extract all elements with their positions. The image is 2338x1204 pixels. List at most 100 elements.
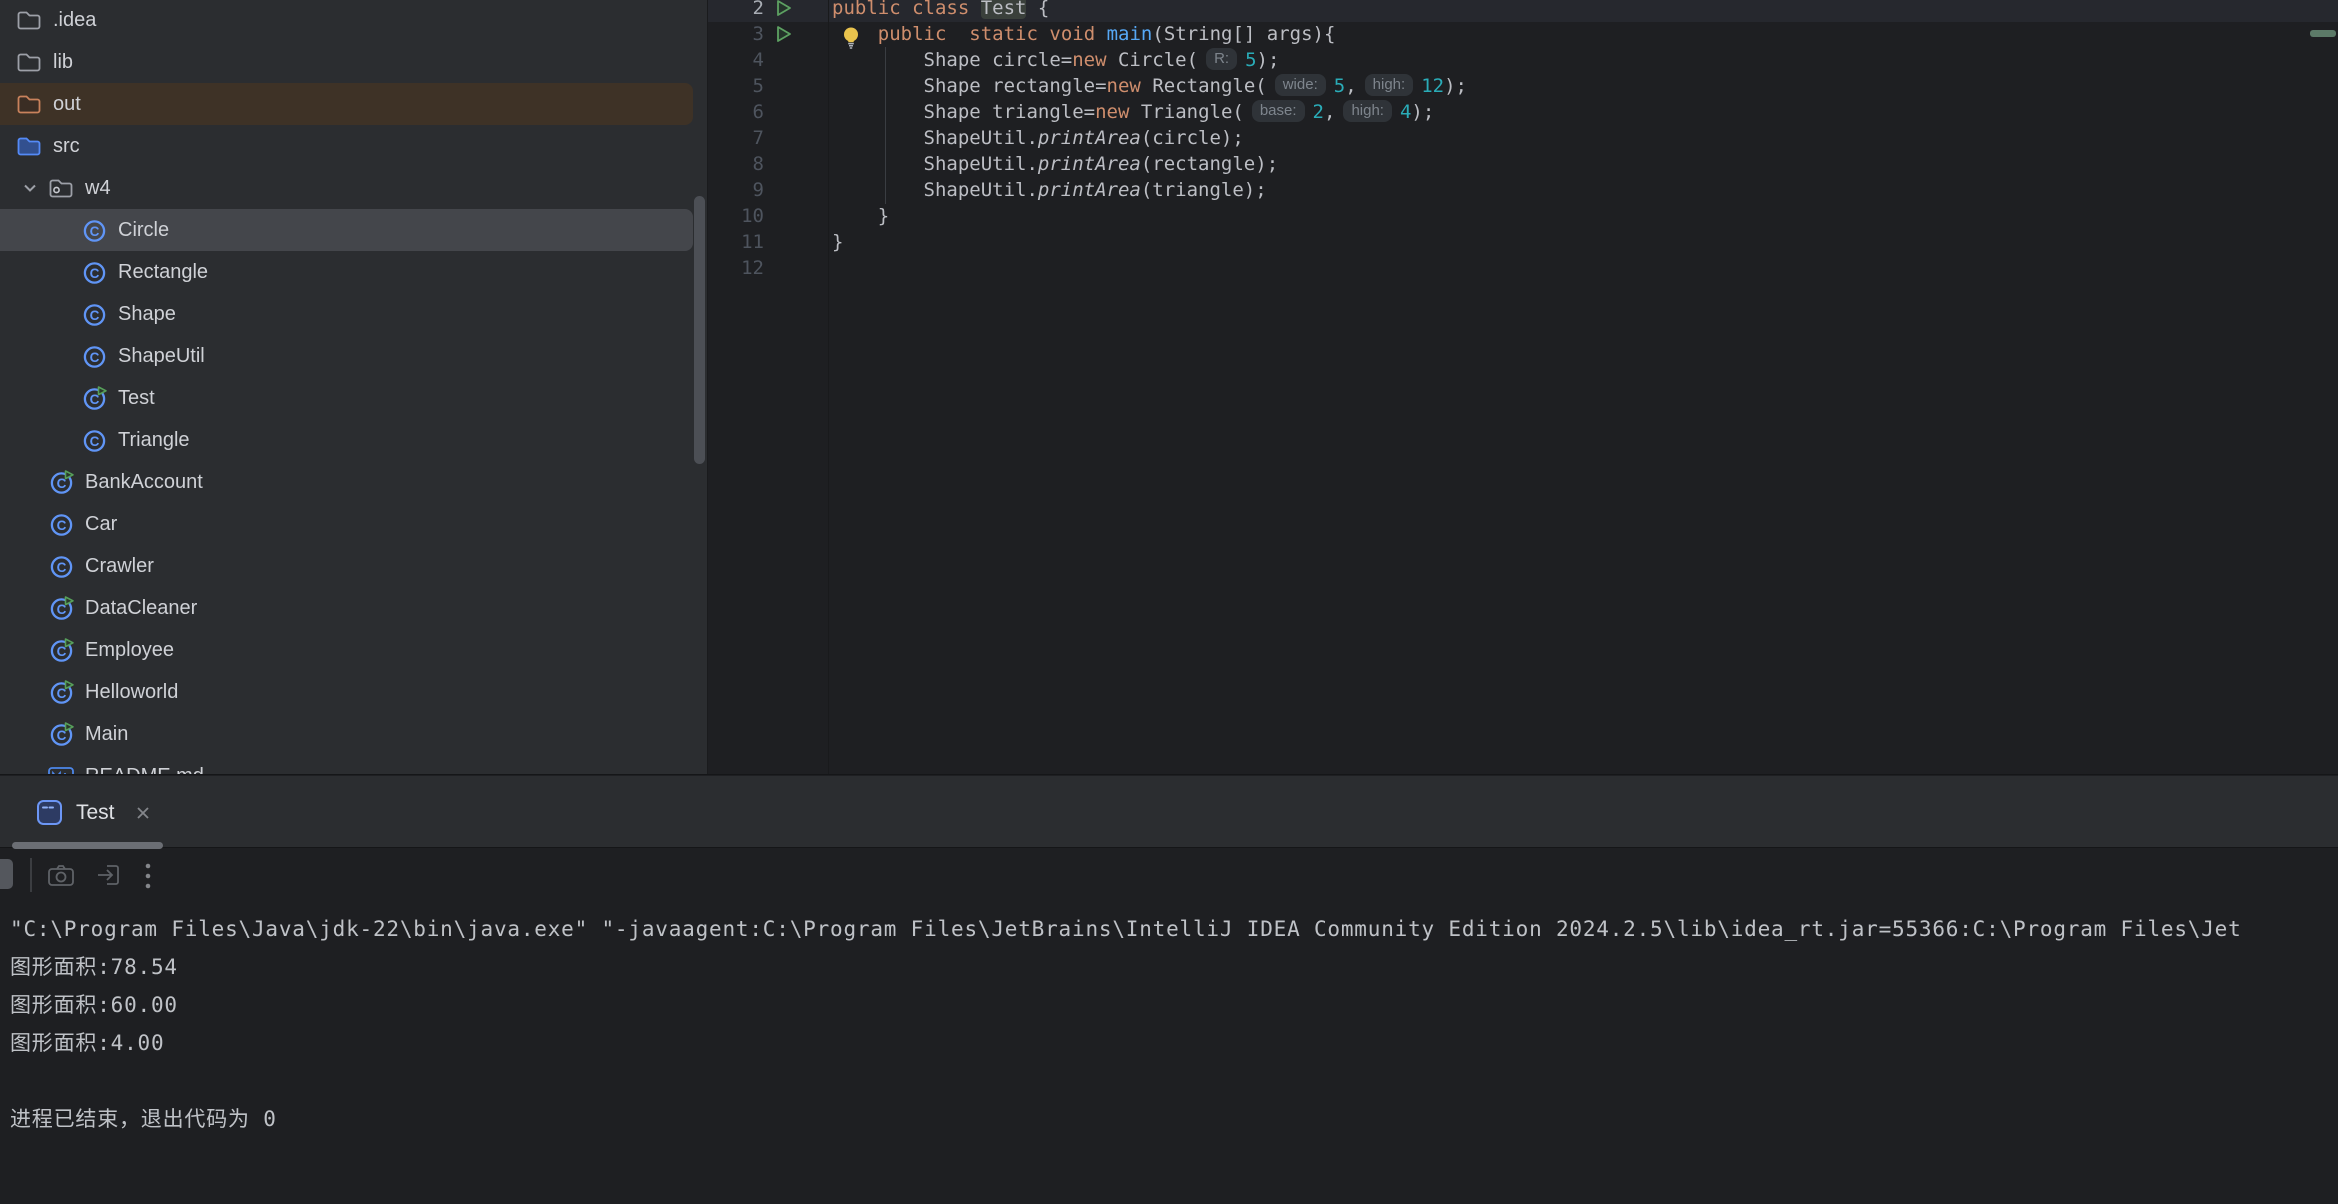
code-token: new	[1072, 49, 1106, 71]
more-options-kebab-icon[interactable]	[143, 861, 155, 889]
line-number: 3	[708, 21, 764, 47]
class-icon: C	[79, 216, 109, 244]
folder-icon	[14, 6, 44, 34]
code-token	[946, 23, 969, 45]
line-number: 9	[708, 177, 764, 203]
tree-item-employee[interactable]: C Employee	[0, 629, 708, 671]
tree-item-rectangle[interactable]: CRectangle	[0, 251, 708, 293]
inlay-hint: high:	[1343, 100, 1392, 122]
tree-item-readme-md[interactable]: README.md	[0, 755, 708, 774]
markdown-icon	[46, 762, 76, 774]
code-line-8[interactable]: ShapeUtil.printArea(rectangle);	[832, 151, 1278, 177]
gutter-border	[828, 0, 829, 774]
tree-item-lib[interactable]: lib	[0, 41, 708, 83]
project-tree-scrollbar-thumb[interactable]	[694, 196, 705, 464]
tree-item--idea[interactable]: .idea	[0, 0, 708, 41]
console-output[interactable]: "C:\Program Files\Java\jdk-22\bin\java.e…	[10, 910, 2242, 1138]
tree-item-w4[interactable]: w4	[0, 167, 708, 209]
gutter-row: 5	[708, 73, 828, 99]
left-edge-scrollbar-thumb[interactable]	[0, 859, 13, 889]
line-number: 11	[708, 229, 764, 255]
gutter-row: 3	[708, 21, 828, 47]
code-token: ShapeUtil.	[832, 127, 1038, 149]
code-line-4[interactable]: Shape circle=new Circle(R:5);	[832, 47, 1279, 73]
class-run-icon: C	[46, 720, 76, 748]
code-token: public class	[832, 0, 981, 19]
exit-icon[interactable]	[95, 861, 125, 889]
scrollbar-caret-marker[interactable]	[2310, 30, 2336, 37]
tree-item-label: w4	[85, 177, 111, 200]
code-token: static	[969, 23, 1038, 45]
code-line-5[interactable]: Shape rectangle=new Rectangle(wide:5,hig…	[832, 73, 1467, 99]
svg-text:C: C	[89, 224, 99, 239]
project-tree-panel[interactable]: .idealiboutsrcw4CCircleCRectangleCShapeC…	[0, 0, 708, 774]
class-run-icon: C	[46, 636, 76, 664]
code-token	[1095, 23, 1106, 45]
code-token: {	[1026, 0, 1049, 19]
code-line-2[interactable]: public class Test {	[832, 0, 1049, 21]
run-tab-test[interactable]: Test	[36, 799, 153, 826]
tree-item-datacleaner[interactable]: CDataCleaner	[0, 587, 708, 629]
code-line-9[interactable]: ShapeUtil.printArea(triangle);	[832, 177, 1267, 203]
tree-item-helloworld[interactable]: C Helloworld	[0, 671, 708, 713]
run-line-icon[interactable]	[774, 0, 794, 18]
code-line-11[interactable]: }	[832, 229, 843, 255]
ide-window: .idealiboutsrcw4CCircleCRectangleCShapeC…	[0, 0, 2338, 1204]
code-line-7[interactable]: ShapeUtil.printArea(circle);	[832, 125, 1244, 151]
tree-item-bankaccount[interactable]: CBankAccount	[0, 461, 708, 503]
class-icon: C	[46, 552, 76, 580]
gutter-row: 11	[708, 229, 828, 255]
code-token: }	[832, 231, 843, 253]
class-icon: C	[79, 258, 109, 286]
tree-item-label: Helloworld	[85, 681, 178, 704]
tree-item-label: out	[53, 93, 81, 116]
tree-item-out[interactable]: out	[0, 83, 708, 125]
class-run-icon: C	[46, 678, 76, 706]
line-number: 7	[708, 125, 764, 151]
chevron-down-icon[interactable]	[14, 174, 46, 202]
tree-item-shapeutil[interactable]: CShapeUtil	[0, 335, 708, 377]
run-line-icon[interactable]	[774, 24, 794, 44]
tree-item-label: Test	[118, 387, 155, 410]
code-line-3[interactable]: public static void main(String[] args){	[832, 21, 1335, 47]
code-token	[1038, 23, 1049, 45]
tree-item-src[interactable]: src	[0, 125, 708, 167]
tree-item-crawler[interactable]: CCrawler	[0, 545, 708, 587]
camera-icon[interactable]	[46, 861, 76, 889]
tree-item-triangle[interactable]: CTriangle	[0, 419, 708, 461]
run-console-tab-icon	[36, 799, 63, 826]
tree-item-shape[interactable]: CShape	[0, 293, 708, 335]
tree-item-car[interactable]: CCar	[0, 503, 708, 545]
code-token: Shape triangle=	[832, 101, 1095, 123]
toolbar-separator	[30, 858, 32, 892]
folder-source-icon	[14, 132, 44, 160]
line-number: 10	[708, 203, 764, 229]
code-token: main	[1107, 23, 1153, 45]
code-token: Rectangle(	[1141, 75, 1267, 97]
code-token: );	[1411, 101, 1434, 123]
tree-item-label: README.md	[85, 765, 204, 775]
line-number: 4	[708, 47, 764, 73]
package-icon	[46, 174, 76, 202]
gutter-row: 7	[708, 125, 828, 151]
gutter-row: 12	[708, 255, 828, 281]
close-tab-icon[interactable]	[133, 803, 153, 823]
code-editor[interactable]: 23456789101112 public class Test { publi…	[708, 0, 2338, 774]
code-token: printArea	[1038, 127, 1141, 149]
code-token: ,	[1345, 75, 1356, 97]
code-token: public	[878, 23, 947, 45]
line-number: 8	[708, 151, 764, 177]
svg-text:C: C	[89, 350, 99, 365]
gutter-row: 10	[708, 203, 828, 229]
code-line-10[interactable]: }	[832, 203, 889, 229]
class-run-icon: C	[46, 468, 76, 496]
tree-item-label: Employee	[85, 639, 174, 662]
tree-item-test[interactable]: CTest	[0, 377, 708, 419]
tree-item-circle[interactable]: CCircle	[0, 209, 708, 251]
tree-item-main[interactable]: CMain	[0, 713, 708, 755]
code-token: Shape rectangle=	[832, 75, 1107, 97]
intention-bulb-icon[interactable]	[840, 26, 862, 50]
code-line-6[interactable]: Shape triangle=new Triangle(base:2,high:…	[832, 99, 1434, 125]
folder-excluded-icon	[14, 90, 44, 118]
code-token: 5	[1245, 49, 1256, 71]
